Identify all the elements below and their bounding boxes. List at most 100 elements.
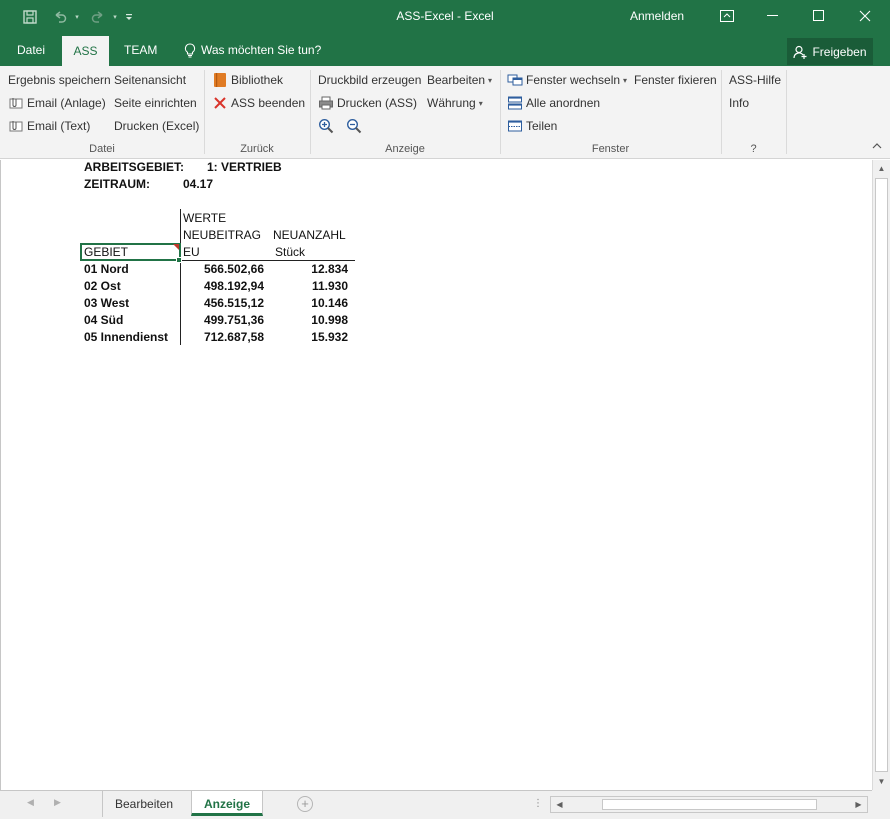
scroll-right-icon[interactable]: ▶	[850, 797, 867, 812]
active-cell-selection[interactable]	[80, 243, 181, 261]
share-label: Freigeben	[812, 44, 867, 59]
share-button[interactable]: Freigeben	[787, 38, 873, 65]
ribbon-tabs: Datei ASS TEAM Was möchten Sie tun? Frei…	[0, 34, 890, 66]
print-ass-button[interactable]: Drucken (ASS)	[318, 93, 417, 113]
area-value: 1: VERTRIEB	[207, 160, 282, 174]
save-result-button[interactable]: Ergebnis speichern	[8, 70, 111, 90]
period-value: 04.17	[183, 177, 214, 191]
sheet-tab-bearbeiten[interactable]: Bearbeiten	[102, 791, 185, 817]
table-row-beitrag: 566.502,66	[203, 262, 264, 276]
group-label-fenster: Fenster	[591, 143, 630, 155]
exit-ass-button[interactable]: ASS beenden	[212, 93, 305, 113]
next-sheet-icon[interactable]: ▶	[54, 797, 61, 808]
page-setup-button[interactable]: Seite einrichten	[114, 93, 197, 113]
collapse-ribbon-icon[interactable]	[872, 142, 882, 153]
split-label: Teilen	[526, 119, 558, 133]
undo-icon[interactable]	[48, 0, 72, 34]
page-setup-label: Seite einrichten	[114, 96, 197, 110]
group-label-zurueck: Zurück	[240, 143, 274, 155]
col1-unit: EU	[183, 245, 200, 259]
print-excel-button[interactable]: Drucken (Excel)	[114, 116, 199, 136]
maximize-icon[interactable]	[796, 0, 842, 32]
book-icon	[212, 72, 228, 88]
comment-indicator-icon	[173, 244, 179, 250]
horizontal-scroll-thumb[interactable]	[602, 799, 817, 810]
table-row-region: 03 West	[84, 296, 130, 310]
switch-window-label: Fenster wechseln	[526, 73, 621, 87]
scroll-up-icon[interactable]: ▲	[873, 160, 890, 177]
period-label: ZEITRAUM:	[84, 177, 150, 191]
print-preview-button[interactable]: Druckbild erzeugen	[318, 70, 421, 90]
table-row-beitrag: 498.192,94	[203, 279, 264, 293]
arrange-all-button[interactable]: Alle anordnen	[507, 93, 600, 113]
split-button[interactable]: Teilen	[507, 116, 557, 136]
switch-window-dropdown[interactable]: Fenster wechseln ▾	[507, 70, 627, 90]
table-row-region: 05 Innendienst	[84, 330, 169, 344]
ass-help-button[interactable]: ASS-Hilfe	[729, 70, 781, 90]
scroll-corner	[872, 790, 890, 819]
freeze-panes-button[interactable]: Fenster fixieren	[634, 70, 717, 90]
zoom-in-button[interactable]	[318, 116, 337, 136]
sheet-tab-bar: ◀ ▶ Bearbeiten Anzeige + ⋮ ◀ ▶	[0, 790, 890, 819]
vertical-scroll-thumb[interactable]	[875, 178, 888, 772]
table-row-anzahl: 11.930	[311, 279, 348, 293]
save-icon[interactable]	[18, 0, 42, 34]
horizontal-scrollbar[interactable]: ◀ ▶	[550, 796, 868, 813]
switch-window-icon	[507, 72, 523, 88]
library-button[interactable]: Bibliothek	[212, 70, 283, 90]
values-header: WERTE	[183, 211, 227, 225]
tab-ass[interactable]: ASS	[62, 36, 109, 66]
table-row-anzahl: 12.834	[311, 262, 348, 276]
redo-icon[interactable]	[86, 0, 110, 34]
table-row-anzahl: 15.932	[311, 330, 348, 344]
sheet-tab-anzeige[interactable]: Anzeige	[191, 791, 264, 816]
group-separator	[204, 70, 205, 154]
freeze-panes-label: Fenster fixieren	[634, 73, 717, 87]
tell-me-search[interactable]: Was möchten Sie tun?	[184, 34, 321, 66]
undo-dropdown-icon[interactable]: ▾	[72, 0, 82, 34]
edit-dropdown[interactable]: Bearbeiten ▾	[427, 70, 492, 90]
info-label: Info	[729, 96, 750, 110]
currency-dropdown[interactable]: Währung ▾	[427, 93, 483, 113]
prev-sheet-icon[interactable]: ◀	[27, 797, 34, 808]
scroll-left-icon[interactable]: ◀	[551, 797, 568, 812]
table-row-anzahl: 10.146	[311, 296, 348, 310]
table-row-region: 02 Ost	[84, 279, 121, 293]
worksheet[interactable]: ARBEITSGEBIET: 1: VERTRIEB ZEITRAUM: 04.…	[0, 160, 872, 790]
ribbon: Ergebnis speichern Seitenansicht Email (…	[0, 66, 890, 159]
redo-dropdown-icon[interactable]: ▾	[110, 0, 120, 34]
close-icon[interactable]	[842, 0, 888, 32]
arrange-all-label: Alle anordnen	[526, 96, 601, 110]
add-sheet-icon[interactable]: +	[297, 796, 313, 812]
vertical-scrollbar[interactable]: ▲ ▼	[872, 160, 890, 790]
pivot-vertical-divider	[180, 209, 181, 345]
table-row-region: 04 Süd	[84, 313, 124, 327]
tab-team[interactable]: TEAM	[114, 34, 167, 66]
col1-header: NEUBEITRAG	[183, 228, 262, 242]
email-text-button[interactable]: Email (Text)	[8, 116, 90, 136]
customize-toolbar-icon[interactable]	[122, 0, 136, 34]
scroll-down-icon[interactable]: ▼	[873, 773, 890, 790]
exit-ass-label: ASS beenden	[231, 96, 306, 110]
tab-split-handle-icon[interactable]: ⋮	[533, 798, 543, 809]
tell-me-label: Was möchten Sie tun?	[201, 43, 322, 57]
fill-handle[interactable]	[176, 257, 182, 263]
info-button[interactable]: Info	[729, 93, 749, 113]
ribbon-display-options-icon[interactable]	[704, 0, 750, 32]
group-separator	[310, 70, 311, 154]
minimize-icon[interactable]	[750, 0, 796, 32]
person-add-icon	[793, 45, 807, 59]
email-attachment-button[interactable]: Email (Anlage)	[8, 93, 106, 113]
page-view-label: Seitenansicht	[114, 73, 187, 87]
sign-in-link[interactable]: Anmelden	[630, 9, 684, 23]
table-row-beitrag: 712.687,58	[203, 330, 264, 344]
chevron-down-icon: ▾	[623, 75, 628, 85]
zoom-in-icon	[318, 118, 334, 134]
email-attachment-label: Email (Anlage)	[27, 96, 106, 110]
page-view-button[interactable]: Seitenansicht	[114, 70, 186, 90]
col2-header: NEUANZAHL	[273, 228, 346, 242]
email-text-label: Email (Text)	[27, 119, 91, 133]
currency-label: Währung	[427, 96, 476, 110]
tab-file[interactable]: Datei	[7, 34, 55, 66]
zoom-out-button[interactable]	[346, 116, 365, 136]
